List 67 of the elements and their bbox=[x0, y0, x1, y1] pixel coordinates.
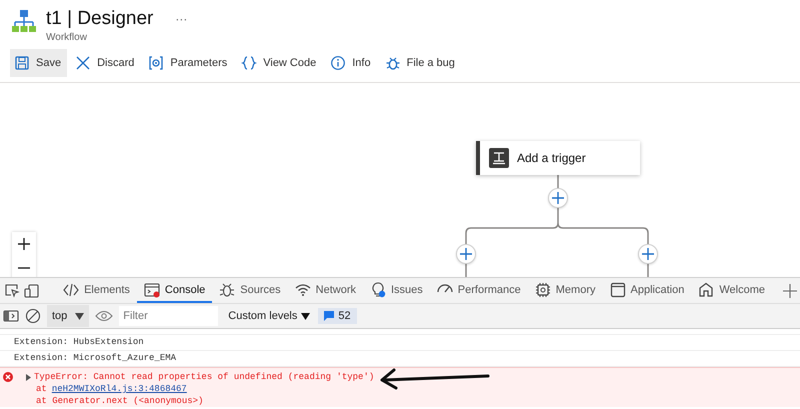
message-icon bbox=[324, 311, 334, 321]
context-dropdown[interactable]: top bbox=[47, 305, 90, 327]
more-button[interactable]: ··· bbox=[175, 12, 188, 26]
toolbar-button[interactable]: Save bbox=[10, 49, 68, 77]
plus-icon bbox=[18, 238, 30, 250]
inspect-icon[interactable] bbox=[4, 282, 20, 298]
devtools-tab[interactable]: Welcome bbox=[691, 278, 772, 303]
add-tab-icon[interactable] bbox=[783, 284, 797, 298]
toolbar-button[interactable]: Parameters bbox=[144, 49, 234, 77]
bug-icon bbox=[219, 282, 236, 298]
error-icon bbox=[3, 372, 13, 382]
chip-icon bbox=[534, 282, 551, 298]
toolbar-button[interactable]: Discard bbox=[71, 49, 140, 77]
add-step-button[interactable] bbox=[456, 244, 476, 264]
clear-icon[interactable] bbox=[25, 308, 41, 324]
braces-icon bbox=[241, 55, 258, 71]
toolbar-button[interactable]: View Code bbox=[237, 49, 322, 77]
caret-icon bbox=[301, 312, 310, 320]
plus-icon bbox=[642, 248, 654, 260]
lightbulb-icon bbox=[370, 282, 386, 298]
zoom-in-button[interactable] bbox=[12, 232, 36, 256]
console-icon bbox=[144, 282, 160, 298]
levels-dropdown[interactable]: Custom levels bbox=[224, 310, 312, 322]
workflow-icon bbox=[11, 8, 37, 34]
at-sign-icon bbox=[148, 55, 164, 71]
add-step-button[interactable] bbox=[548, 188, 568, 208]
add-step-button[interactable] bbox=[638, 244, 658, 264]
expand-arrow-icon[interactable] bbox=[25, 374, 32, 380]
stack-frame: at Generator.next (<anonymous>) bbox=[36, 395, 204, 407]
error-message: TypeError: Cannot read properties of undefined (reading 'type') bbox=[34, 372, 374, 382]
devtools-tab[interactable]: Network bbox=[288, 278, 363, 303]
connector-line bbox=[557, 175, 559, 188]
toolbar-button[interactable]: Info bbox=[326, 49, 377, 77]
zoom-out-button[interactable] bbox=[12, 256, 36, 277]
eye-icon[interactable] bbox=[95, 310, 114, 322]
trigger-label: Add a trigger bbox=[517, 151, 586, 165]
wifi-icon bbox=[294, 282, 311, 298]
devtools-tab[interactable]: Performance bbox=[430, 278, 528, 303]
message-count-badge[interactable]: 52 bbox=[318, 308, 357, 324]
bug-icon bbox=[384, 55, 401, 71]
home-icon bbox=[698, 282, 714, 298]
devtools-tab[interactable]: Memory bbox=[528, 278, 602, 303]
page-title: t1 | Designer bbox=[46, 8, 154, 30]
console-message: Extension: HubsExtension bbox=[0, 335, 800, 351]
device-icon[interactable] bbox=[24, 282, 40, 298]
caret-icon bbox=[75, 312, 84, 320]
save-icon bbox=[14, 55, 30, 71]
devtools-tab[interactable]: Application bbox=[602, 278, 692, 303]
page-subtitle: Workflow bbox=[46, 32, 88, 43]
source-link[interactable]: neH2MWIXoRl4.js:3:4868467 bbox=[52, 383, 187, 395]
filter-field[interactable]: Filter bbox=[119, 306, 218, 326]
plus-icon bbox=[552, 192, 564, 204]
connector-line bbox=[465, 264, 467, 277]
connector-line bbox=[647, 264, 649, 277]
sidebar-icon[interactable] bbox=[3, 308, 19, 324]
devtools-tab[interactable]: Sources bbox=[212, 278, 288, 303]
toolbar-button[interactable]: File a bug bbox=[380, 49, 461, 77]
trigger-icon bbox=[489, 148, 509, 168]
trigger-card[interactable]: Add a trigger bbox=[476, 141, 640, 175]
stack-frame: at bbox=[36, 383, 47, 395]
devtools-tab[interactable]: Elements bbox=[56, 278, 137, 303]
plus-icon bbox=[460, 248, 472, 260]
devtools-tab[interactable]: Issues bbox=[362, 278, 430, 303]
close-icon bbox=[75, 55, 92, 71]
window-icon bbox=[610, 282, 626, 298]
info-icon bbox=[330, 55, 346, 71]
code-icon bbox=[63, 282, 80, 298]
